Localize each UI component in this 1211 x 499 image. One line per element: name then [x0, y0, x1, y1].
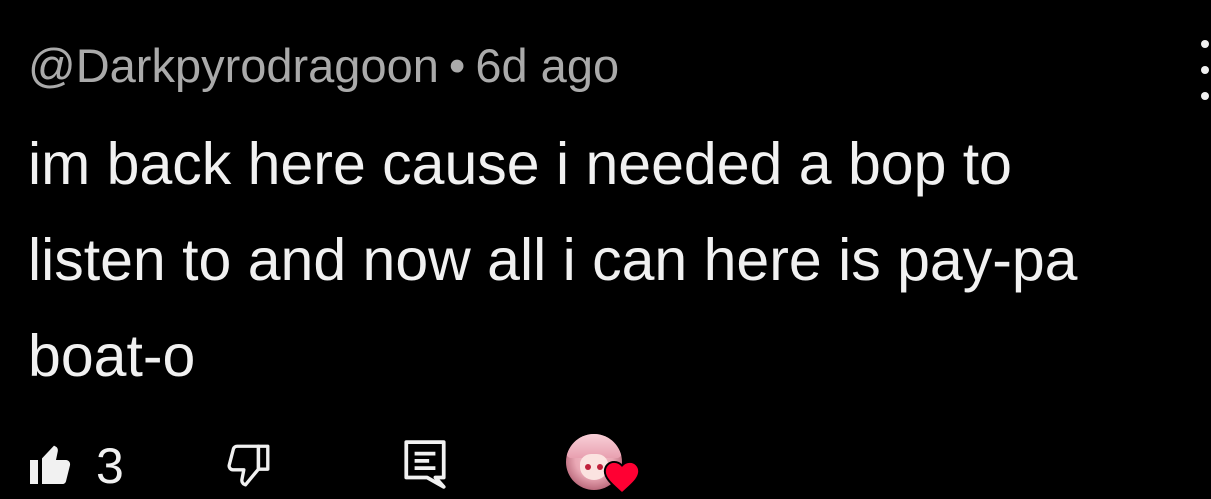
comment-actions: 3: [0, 430, 1211, 495]
comment-author[interactable]: @Darkpyrodragoon: [28, 39, 439, 92]
thumbs-down-icon: [222, 440, 274, 495]
like-count: 3: [96, 438, 124, 494]
thumbs-up-icon: [28, 440, 76, 493]
reply-button[interactable]: [402, 438, 448, 495]
creator-heart[interactable]: [566, 434, 642, 495]
like-button[interactable]: 3: [28, 438, 124, 494]
dislike-button[interactable]: [222, 440, 274, 495]
comment-header: @Darkpyrodragoon • 6d ago: [28, 38, 619, 94]
reply-comment-icon: [402, 438, 448, 495]
meta-separator: •: [448, 39, 466, 92]
comment-thread: @Darkpyrodragoon • 6d ago im back here cau…: [0, 0, 1211, 495]
comment-timestamp: 6d ago: [475, 39, 620, 92]
more-vert-icon[interactable]: [1199, 40, 1211, 100]
comment-body: im back here cause i needed a bop to lis…: [28, 131, 1078, 389]
